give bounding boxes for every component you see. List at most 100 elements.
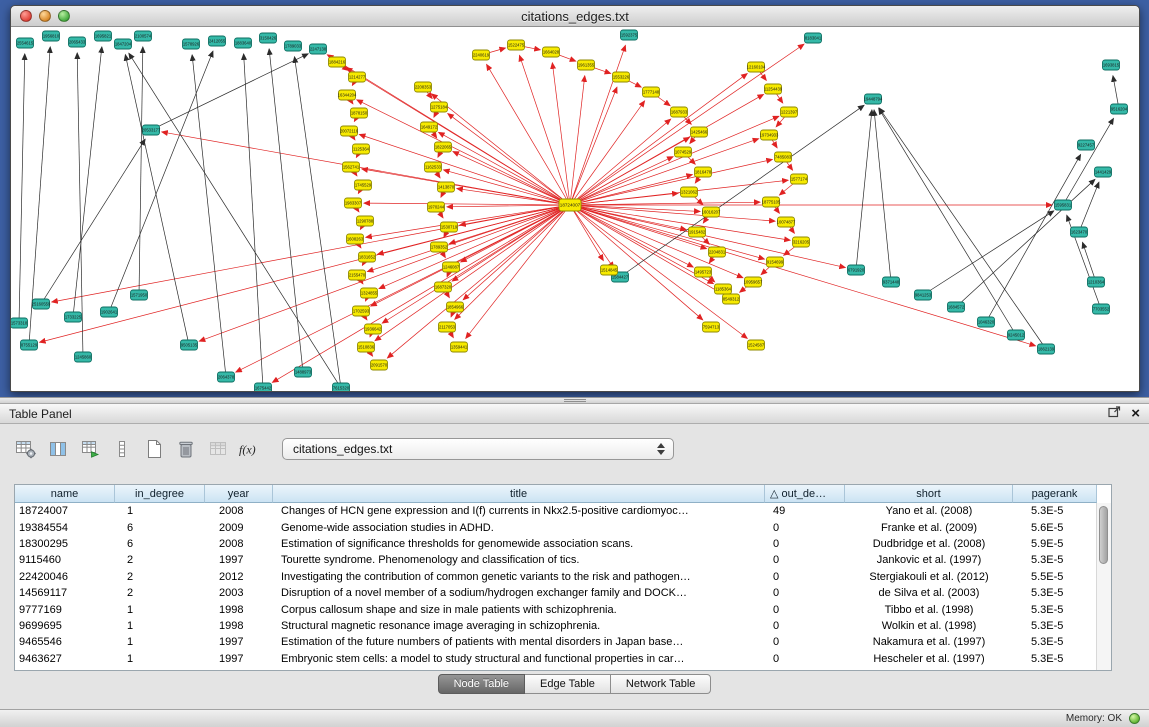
graph-node[interactable]: 1862139 [1038, 344, 1055, 354]
graph-node[interactable]: 1822065 [435, 142, 452, 152]
graph-node[interactable]: 11254439 [764, 84, 783, 94]
graph-node[interactable]: 25160559 [32, 299, 51, 309]
graph-node[interactable]: 1245860 [75, 352, 92, 362]
graph-node[interactable]: 1702593 [353, 306, 370, 316]
table-row[interactable]: 1872400712008Changes of HCN gene express… [15, 503, 1111, 519]
column-header-pagerank[interactable]: pagerank [1013, 485, 1097, 503]
table-cell-short[interactable]: Yano et al. (2008) [845, 505, 1013, 517]
table-cell-pagerank[interactable]: 5.3E-5 [1013, 505, 1097, 517]
graph-node[interactable]: 1831652 [359, 252, 376, 262]
table-cell-in_degree[interactable]: 1 [115, 604, 205, 616]
table-row[interactable]: 946554611997Estimation of the future num… [15, 634, 1111, 650]
graph-node[interactable]: 1915482 [689, 227, 706, 237]
graph-node[interactable]: 1854966 [447, 302, 464, 312]
delete-button[interactable] [172, 436, 199, 462]
zoom-window-button[interactable] [58, 10, 70, 22]
graph-node[interactable]: 1495723 [695, 267, 712, 277]
graph-node[interactable]: 1210364 [1088, 277, 1105, 287]
table-cell-name[interactable]: 14569117 [15, 587, 115, 599]
graph-node[interactable]: 2208353 [415, 82, 432, 92]
table-cell-pagerank[interactable]: 5.3E-5 [1013, 620, 1097, 632]
table-cell-name[interactable]: 18724007 [15, 505, 115, 517]
graph-node[interactable]: 1687933 [671, 107, 688, 117]
new-row-button[interactable] [140, 436, 167, 462]
table-cell-short[interactable]: Franke et al. (2009) [845, 522, 1013, 534]
graph-node[interactable]: 1246087 [443, 262, 460, 272]
graph-node[interactable]: 19734933 [760, 130, 779, 140]
graph-node[interactable]: 1595831 [1055, 200, 1072, 210]
table-cell-out_degree[interactable]: 0 [765, 522, 845, 534]
tab-node-table[interactable]: Node Table [438, 674, 525, 694]
graph-node[interactable]: 9154699 [767, 257, 784, 267]
table-cell-out_degree[interactable]: 0 [765, 604, 845, 616]
graph-node[interactable]: 2240619 [473, 50, 490, 60]
table-cell-short[interactable]: Wolkin et al. (1998) [845, 620, 1013, 632]
graph-node[interactable]: 1649172 [421, 122, 438, 132]
graph-node[interactable]: 7703552 [1093, 304, 1110, 314]
graph-node[interactable]: 3216205 [793, 237, 810, 247]
graph-node[interactable]: 2100574 [135, 31, 152, 41]
graph-node[interactable]: 1675442 [255, 383, 272, 391]
graph-node[interactable]: 1745529 [355, 180, 372, 190]
table-cell-in_degree[interactable]: 6 [115, 522, 205, 534]
graph-node[interactable]: 1884216 [329, 57, 346, 67]
table-cell-out_degree[interactable]: 0 [765, 571, 845, 583]
graph-node[interactable]: 1592375 [621, 30, 638, 40]
network-canvas[interactable]: 1872400725546151956810206543316958211847… [11, 27, 1139, 391]
graph-node[interactable]: 2064378 [218, 372, 235, 382]
graph-node[interactable]: 1687320 [435, 282, 452, 292]
graph-node[interactable]: 16344204 [338, 90, 357, 100]
graph-node[interactable]: 1514845 [601, 265, 618, 275]
graph-node[interactable]: 1510836 [358, 342, 375, 352]
column-header-name[interactable]: name [15, 485, 115, 503]
table-row[interactable]: 1938455462009Genome-wide association stu… [15, 519, 1111, 535]
graph-node[interactable]: 1553226 [613, 72, 630, 82]
graph-node[interactable]: 1902641 [101, 307, 118, 317]
table-cell-title[interactable]: Disruption of a novel member of a sodium… [273, 587, 765, 599]
graph-node[interactable]: 1571950 [131, 290, 148, 300]
graph-node[interactable]: 1695821 [95, 31, 112, 41]
graph-node[interactable]: 16016207 [702, 207, 721, 217]
graph-node[interactable]: 1936642 [365, 324, 382, 334]
table-cell-title[interactable]: Changes of HCN gene expression and I(f) … [273, 505, 765, 517]
graph-node[interactable]: 1321062 [681, 187, 698, 197]
graph-node[interactable]: 9505135 [181, 340, 198, 350]
table-cell-short[interactable]: de Silva et al. (2003) [845, 587, 1013, 599]
graph-node[interactable]: 18775105 [762, 197, 781, 207]
table-cell-out_degree[interactable]: 0 [765, 653, 845, 665]
split-divider[interactable] [0, 397, 1149, 404]
graph-node[interactable]: 1125364 [353, 144, 370, 154]
table-cell-in_degree[interactable]: 1 [115, 620, 205, 632]
graph-node[interactable]: 1623470 [1071, 227, 1088, 237]
table-cell-title[interactable]: Estimation of the future numbers of pati… [273, 636, 765, 648]
table-cell-out_degree[interactable]: 0 [765, 554, 845, 566]
graph-node[interactable]: 1789033 [285, 41, 302, 51]
table-scrollbar[interactable] [1096, 503, 1111, 670]
graph-node[interactable]: 1530719 [441, 222, 458, 232]
table-cell-name[interactable]: 9463627 [15, 653, 115, 665]
graph-node[interactable]: 2247138 [310, 44, 327, 54]
graph-node[interactable]: 7485083 [775, 152, 792, 162]
graph-node[interactable]: 1413870 [438, 182, 455, 192]
graph-node[interactable]: 1577174 [791, 174, 808, 184]
function-builder-button[interactable]: f(x) [236, 436, 263, 462]
table-cell-title[interactable]: Corpus callosum shape and size in male p… [273, 604, 765, 616]
graph-node[interactable]: 1578926 [183, 39, 200, 49]
graph-node[interactable]: 1441429 [1095, 167, 1112, 177]
table-cell-title[interactable]: Estimation of significance thresholds fo… [273, 538, 765, 550]
graph-node[interactable]: 1185364 [715, 284, 732, 294]
table-cell-short[interactable]: Stergiakouli et al. (2012) [845, 571, 1013, 583]
table-cell-name[interactable]: 9699695 [15, 620, 115, 632]
graph-node[interactable]: 1789352 [431, 242, 448, 252]
table-row[interactable]: 1830029562008Estimation of significance … [15, 536, 1111, 552]
table-cell-title[interactable]: Embryonic stem cells: a model to study s… [273, 653, 765, 665]
graph-node[interactable]: 1275184 [431, 102, 448, 112]
table-cell-out_degree[interactable]: 0 [765, 538, 845, 550]
graph-node[interactable]: 2554615 [17, 38, 34, 48]
graph-node[interactable]: 1608263 [347, 234, 364, 244]
column-header-out_degree[interactable]: △ out_de… [765, 485, 845, 503]
table-selector-dropdown[interactable]: citations_edges.txt [282, 438, 674, 460]
table-cell-year[interactable]: 2003 [205, 587, 273, 599]
tab-edge-table[interactable]: Edge Table [525, 674, 611, 694]
table-cell-year[interactable]: 2012 [205, 571, 273, 583]
